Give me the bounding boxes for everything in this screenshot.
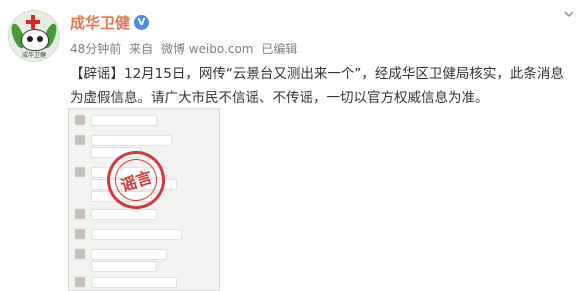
chat-bubble: [91, 135, 172, 146]
chat-avatar: [75, 209, 85, 219]
chat-bubble: [91, 249, 167, 260]
panda-icon: [21, 29, 49, 51]
chat-avatar: [75, 249, 85, 259]
chat-avatar: [75, 115, 85, 125]
chevron-down-icon[interactable]: [563, 8, 575, 20]
chat-bubble: [91, 229, 182, 240]
post-tag: 【辟谣】: [70, 66, 124, 82]
chat-bubble: [91, 277, 177, 288]
chat-bubble: [91, 115, 157, 126]
chat-bubble: [91, 209, 157, 220]
avatar[interactable]: 成华卫健: [8, 10, 60, 62]
chat-avatar: [75, 167, 85, 177]
avatar-label: 成华卫健: [21, 52, 46, 59]
chat-avatar: [75, 277, 85, 287]
chat-avatar: [75, 135, 85, 145]
post-text: 12月15日，网传“云景台又测出来一个”，经成华区卫健局核实，此条消息为虚假信息…: [70, 66, 564, 106]
post-source[interactable]: 微博 weibo.com: [161, 42, 254, 56]
post-meta: 48分钟前 来自 微博 weibo.com 已编辑: [70, 40, 301, 57]
edited-label[interactable]: 已编辑: [261, 42, 297, 56]
source-prefix: 来自: [129, 42, 154, 56]
post-time[interactable]: 48分钟前: [70, 42, 121, 56]
verified-badge-icon: V: [134, 15, 149, 30]
medical-cross-icon: [26, 15, 40, 29]
account-name[interactable]: 成华卫健: [70, 12, 130, 33]
post-image[interactable]: 谣言: [68, 108, 220, 291]
chat-avatar: [75, 229, 85, 239]
post-body: 【辟谣】12月15日，网传“云景台又测出来一个”，经成华区卫健局核实，此条消息为…: [70, 62, 570, 110]
chat-bubble: [91, 261, 157, 272]
